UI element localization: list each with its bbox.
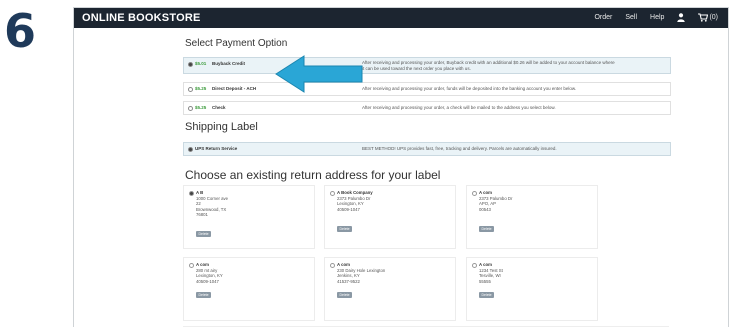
nav-sell[interactable]: Sell <box>625 14 637 21</box>
address-radio[interactable] <box>472 263 477 268</box>
amount-ach: $5.25 <box>195 86 207 91</box>
address-line: A Book Company <box>337 190 373 195</box>
cart-count: (0) <box>709 14 718 21</box>
address-heading: Choose an existing return address for yo… <box>185 168 441 182</box>
payment-option-ach[interactable]: $5.25 Direct Deposit - ACH After receivi… <box>183 82 671 96</box>
site-logo[interactable]: ONLINE BOOKSTORE <box>82 12 201 24</box>
payment-option-check[interactable]: $5.25 Check After receiving and processi… <box>183 101 671 115</box>
nav-menu: Order Sell Help (0) <box>594 13 718 22</box>
top-navbar: ONLINE BOOKSTORE Order Sell Help (0) <box>74 8 728 28</box>
desc-ach: After receiving and processing your orde… <box>362 86 577 91</box>
delete-button[interactable]: Delete <box>337 226 352 232</box>
address-radio[interactable] <box>189 191 194 196</box>
step-number: 6 <box>4 4 37 58</box>
address-line: Lexington, KY <box>196 273 223 278</box>
delete-button[interactable]: Delete <box>337 292 352 298</box>
shipping-heading: Shipping Label <box>185 121 258 133</box>
address-line: 00543 <box>479 206 491 212</box>
cart-button[interactable]: (0) <box>698 13 718 22</box>
delete-button[interactable]: Delete <box>479 226 494 232</box>
delete-button[interactable]: Delete <box>196 292 211 298</box>
desc-buyback: After receiving and processing your orde… <box>362 60 615 65</box>
address-radio[interactable] <box>330 263 335 268</box>
delete-button[interactable]: Delete <box>196 231 211 237</box>
address-card-1[interactable]: A B 1000 Corner ave 22 Brownwood, TX 768… <box>183 185 315 249</box>
address-line: 55555 <box>479 278 491 284</box>
desc-check: After receiving and processing your orde… <box>362 105 556 110</box>
address-radio[interactable] <box>189 263 194 268</box>
radio-ach[interactable] <box>188 87 193 92</box>
radio-buyback[interactable] <box>188 62 193 67</box>
amount-check: $5.25 <box>195 105 207 110</box>
address-radio[interactable] <box>472 191 477 196</box>
radio-check[interactable] <box>188 106 193 111</box>
name-ups: UPS Return Service <box>195 146 238 151</box>
address-line: Tesville, WI <box>479 273 501 278</box>
name-ach: Direct Deposit - ACH <box>212 86 257 91</box>
address-line: 41537-9522 <box>337 278 360 284</box>
payment-heading: Select Payment Option <box>185 38 288 49</box>
address-line: 76801 <box>196 212 208 217</box>
nav-order[interactable]: Order <box>594 14 612 21</box>
name-buyback: Buyback Credit <box>212 61 246 66</box>
cart-icon <box>698 13 709 22</box>
desc2-buyback: it can be used toward the next order you… <box>362 66 471 71</box>
address-card-6[interactable]: A com 1234 Test St Tesville, WI 55555 De… <box>466 257 598 321</box>
address-line: 40509-1047 <box>196 278 219 284</box>
address-card-4[interactable]: A com 280 mt airy Lexington, KY 40509-10… <box>183 257 315 321</box>
shipping-option-ups[interactable]: UPS Return Service BEST METHOD! UPS prov… <box>183 142 671 156</box>
payment-option-buyback[interactable]: $5.01 Buyback Credit After receiving and… <box>183 57 671 74</box>
address-card-3[interactable]: A com 2373 Palumbo Dr APO, AP 00543 Dele… <box>466 185 598 249</box>
name-check: Check <box>212 105 226 110</box>
delete-button[interactable]: Delete <box>479 292 494 298</box>
address-radio[interactable] <box>330 191 335 196</box>
user-icon[interactable] <box>677 13 686 22</box>
radio-ups[interactable] <box>188 147 193 152</box>
browser-page: ONLINE BOOKSTORE Order Sell Help (0) Sel… <box>73 7 729 327</box>
address-card-5[interactable]: A com 230 Dairy Hole Lexington Jenkins, … <box>324 257 456 321</box>
address-line: 40509-1047 <box>337 206 360 212</box>
nav-help[interactable]: Help <box>650 14 664 21</box>
amount-buyback: $5.01 <box>195 61 207 66</box>
pointer-arrow-icon <box>275 55 363 93</box>
address-card-2[interactable]: A Book Company 2373 Palumbo Dr Lexington… <box>324 185 456 249</box>
desc-ups: BEST METHOD! UPS provides fast, free, tr… <box>362 146 557 151</box>
